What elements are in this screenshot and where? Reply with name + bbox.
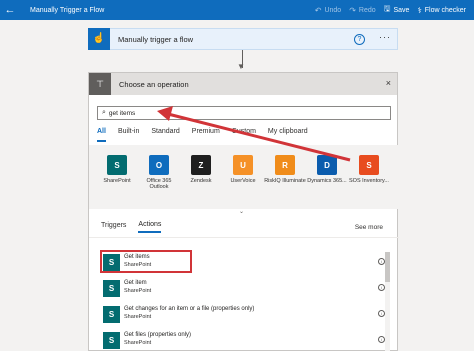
tab-standard[interactable]: Standard (151, 128, 179, 142)
search-box[interactable]: ⌕ (97, 106, 391, 120)
operation-icon: ⊤ (89, 73, 111, 95)
connector-label: RiskIQ Illuminate (264, 178, 306, 184)
tab-all[interactable]: All (97, 128, 106, 142)
panel-title: Choose an operation (119, 79, 189, 89)
choose-operation-panel: ⊤ Choose an operation × ⌕ All Built-in S… (88, 72, 399, 351)
info-icon[interactable]: i (378, 336, 385, 343)
connector-uservoice[interactable]: U UserVoice (222, 155, 264, 184)
trigger-action-tabs: Triggers Actions See more (89, 216, 399, 238)
connector-sos-inventory[interactable]: S SOS Inventory... (348, 155, 390, 184)
search-icon: ⌕ (102, 109, 106, 116)
tab-triggers[interactable]: Triggers (101, 222, 126, 232)
action-connector: SharePoint (124, 288, 152, 294)
undo-label: Undo (324, 6, 342, 14)
riskiq-icon: R (275, 155, 295, 175)
sharepoint-icon: S (103, 332, 120, 349)
highlight-box (100, 250, 192, 273)
connector-label: UserVoice (230, 178, 256, 184)
actions-scrollbar[interactable] (385, 252, 390, 351)
undo-button[interactable]: ↶ Undo (315, 6, 341, 15)
see-more-link[interactable]: See more (355, 224, 383, 231)
action-name: Get changes for an item or a file (prope… (124, 306, 255, 312)
command-group: ↶ Undo ↷ Redo 🖫 Save ⚕ Flow checker (315, 0, 474, 20)
stethoscope-icon: ⚕ (417, 5, 422, 15)
info-icon[interactable]: i (378, 310, 385, 317)
scrollbar-thumb[interactable] (385, 252, 390, 282)
flow-title: Manually Trigger a Flow (30, 6, 105, 14)
arrow-down-icon: ▼ (237, 62, 245, 71)
redo-icon: ↷ (349, 5, 356, 15)
flow-checker-button[interactable]: ⚕ Flow checker (417, 6, 466, 15)
save-label: Save (393, 6, 410, 14)
back-arrow-icon[interactable]: ← (0, 0, 20, 20)
close-icon[interactable]: × (386, 78, 391, 88)
connector-gallery: S SharePoint O Office 365 Outlook Z Zend… (89, 145, 399, 209)
command-bar: ← Manually Trigger a Flow ↶ Undo ↷ Redo 🖫 S… (0, 0, 474, 20)
tab-actions[interactable]: Actions (138, 221, 162, 233)
tab-my-clipboard[interactable]: My clipboard (268, 128, 308, 142)
zendesk-icon: Z (191, 155, 211, 175)
action-connector: SharePoint (124, 340, 152, 346)
tab-custom[interactable]: Custom (232, 128, 256, 142)
connector-label: Office 365 Outlook (146, 178, 172, 190)
hand-pointer-icon: ☝ (88, 27, 110, 50)
more-options-icon[interactable]: ··· (379, 32, 391, 42)
redo-button[interactable]: ↷ Redo (349, 6, 375, 15)
flow-checker-label: Flow checker (424, 6, 466, 14)
info-icon[interactable]: i (378, 284, 385, 291)
save-icon: 🖫 (383, 4, 391, 13)
connector-office365-outlook[interactable]: O Office 365 Outlook (138, 155, 180, 190)
undo-icon: ↶ (314, 5, 322, 15)
connector-riskiq[interactable]: R RiskIQ Illuminate (264, 155, 306, 184)
help-icon[interactable]: ? (354, 34, 365, 45)
connector-dynamics365[interactable]: D Dynamics 365... (306, 155, 348, 184)
connector-label: Zendesk (190, 178, 212, 184)
connector-sharepoint[interactable]: S SharePoint (96, 155, 138, 184)
actions-list: S Get items SharePoint i S Get item ShareP… (89, 240, 399, 351)
panel-header: ⊤ Choose an operation × (89, 73, 397, 95)
connector-label: SharePoint (103, 178, 131, 184)
sharepoint-icon: S (107, 155, 127, 175)
sos-inventory-icon: S (359, 155, 379, 175)
connector-zendesk[interactable]: Z Zendesk (180, 155, 222, 184)
sharepoint-icon: S (103, 306, 120, 323)
search-input[interactable] (108, 107, 369, 119)
connector-label: Dynamics 365... (307, 178, 347, 184)
trigger-name: Manually trigger a flow (118, 34, 194, 44)
tab-premium[interactable]: Premium (192, 128, 220, 142)
chevron-down-icon[interactable]: ⌄ (239, 208, 244, 215)
action-connector: SharePoint (124, 314, 152, 320)
sharepoint-icon: S (103, 280, 120, 297)
trigger-card[interactable]: ☝ Manually trigger a flow ? ··· (88, 27, 398, 50)
redo-label: Redo (358, 6, 376, 14)
action-get-files[interactable]: S Get files (properties only) SharePoint … (103, 332, 385, 351)
info-icon[interactable]: i (378, 258, 385, 265)
tab-built-in[interactable]: Built-in (118, 128, 139, 142)
dynamics365-icon: D (317, 155, 337, 175)
action-name: Get item (124, 280, 147, 286)
uservoice-icon: U (233, 155, 253, 175)
connector-label: SOS Inventory... (349, 178, 389, 184)
outlook-icon: O (149, 155, 169, 175)
save-button[interactable]: 🖫 Save (384, 3, 410, 17)
category-tabs: All Built-in Standard Premium Custom My … (97, 128, 320, 142)
action-get-changes[interactable]: S Get changes for an item or a file (pro… (103, 306, 385, 328)
action-get-item[interactable]: S Get item SharePoint i (103, 280, 385, 302)
action-name: Get files (properties only) (124, 332, 192, 338)
